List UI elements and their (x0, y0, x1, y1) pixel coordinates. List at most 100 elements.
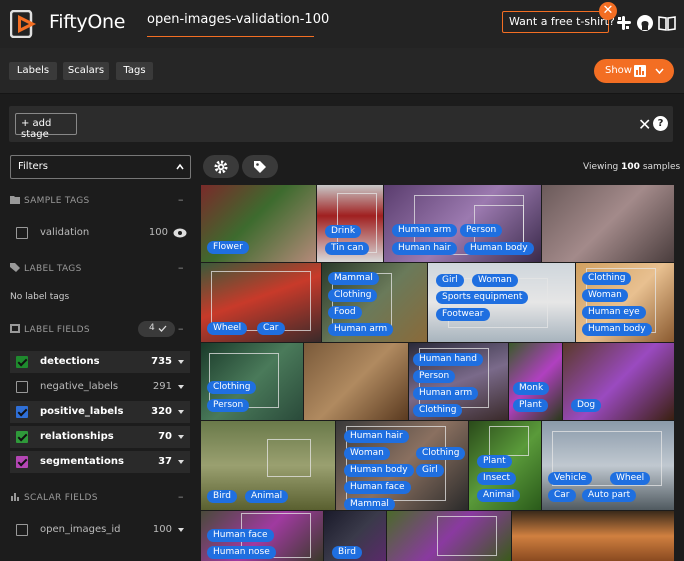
sample-tag-label: validation (40, 227, 90, 238)
view-stage-bar[interactable]: + add stage ✕ ? (9, 106, 673, 142)
sample-tile[interactable]: Vehicle Wheel Car Auto part (542, 421, 674, 510)
sample-tile[interactable]: Human hair Woman Clothing Human body Girl Hum… (336, 421, 468, 510)
label-chip: Food (328, 306, 362, 319)
field-row-segmentations[interactable]: segmentations 37 (10, 451, 190, 473)
field-row-positive-labels[interactable]: positive_labels 320 (10, 401, 190, 423)
docs-book-icon[interactable] (658, 14, 676, 32)
field-label: relationships (40, 431, 114, 442)
sample-tile[interactable] (387, 511, 511, 561)
viewing-suffix: samples (642, 162, 681, 172)
field-row-detections[interactable]: detections 735 (10, 351, 190, 373)
eye-icon[interactable] (173, 228, 187, 238)
sample-tag-row[interactable]: validation 100 (10, 222, 190, 244)
sample-tile[interactable]: Flower (201, 185, 316, 262)
sample-tile[interactable]: Bird (324, 511, 386, 561)
dataset-name[interactable]: open-images-validation-100 (147, 12, 329, 27)
expand-caret-icon[interactable] (178, 410, 184, 414)
fiftyone-logo-icon[interactable] (10, 10, 38, 38)
field-count: 70 (158, 431, 172, 442)
selected-fields-count: 4 (149, 323, 155, 333)
label-chip: Person (207, 399, 250, 412)
tag-button[interactable] (242, 155, 278, 178)
field-checkbox[interactable] (16, 356, 28, 368)
brand-name[interactable]: FiftyOne (49, 11, 125, 33)
bounding-box (437, 516, 497, 556)
label-chip: Dog (571, 399, 602, 412)
field-checkbox[interactable] (16, 406, 28, 418)
label-chip: Human hair (344, 430, 409, 443)
field-checkbox[interactable] (16, 456, 28, 468)
sample-tile[interactable]: Bird Animal (201, 421, 335, 510)
label-chip: Woman (472, 274, 518, 287)
field-row-relationships[interactable]: relationships 70 (10, 426, 190, 448)
label-chip: Drink (325, 225, 362, 238)
field-checkbox[interactable] (16, 524, 28, 536)
sample-tile[interactable]: Girl Woman Sports equipment Footwear (428, 263, 575, 342)
show-button[interactable]: Show (594, 59, 674, 83)
label-fields-title: LABEL FIELDS (24, 325, 90, 335)
collapse-label-tags-icon[interactable]: – (178, 261, 184, 274)
sample-tile[interactable]: Human arm Person Human hair Human body (384, 185, 541, 262)
field-checkbox[interactable] (16, 381, 28, 393)
tab-tags[interactable]: Tags (116, 62, 153, 80)
add-stage-button[interactable]: + add stage (15, 113, 77, 140)
sample-tile[interactable] (542, 185, 674, 262)
label-chip: Human body (344, 464, 414, 477)
expand-caret-icon[interactable] (178, 435, 184, 439)
viewing-prefix: Viewing (583, 162, 619, 172)
field-row-negative-labels[interactable]: negative_labels 291 (10, 376, 190, 398)
chevron-up-icon (176, 163, 184, 170)
settings-button[interactable] (203, 155, 239, 178)
slack-icon[interactable] (615, 14, 633, 32)
sample-tile[interactable]: Dog (563, 343, 674, 420)
tab-labels[interactable]: Labels (9, 62, 57, 80)
sample-tile[interactable]: Wheel Car (201, 263, 321, 342)
label-chip: Auto part (582, 489, 637, 502)
collapse-label-fields-icon[interactable]: – (178, 322, 184, 335)
tab-scalars[interactable]: Scalars (63, 62, 109, 80)
chart-icon (634, 65, 646, 77)
sample-tile[interactable]: Human hand Person Human arm Clothing (409, 343, 508, 420)
field-row-open-images-id[interactable]: open_images_id 100 (10, 519, 190, 541)
label-chip: Human arm (413, 387, 479, 400)
sample-tile[interactable] (512, 511, 674, 561)
clear-stages-icon[interactable]: ✕ (638, 115, 651, 134)
label-chip: Human body (582, 323, 652, 336)
expand-caret-icon[interactable] (178, 385, 184, 389)
sample-tag-checkbox[interactable] (16, 227, 28, 239)
field-label: open_images_id (40, 524, 121, 535)
label-chip: Human face (344, 481, 411, 494)
sample-tile[interactable]: Clothing Woman Human eye Human body (576, 263, 674, 342)
label-chip: Human arm (328, 323, 394, 336)
field-label: detections (40, 356, 100, 367)
sample-tile[interactable]: Plant Insect Animal (469, 421, 541, 510)
label-chip: Car (548, 489, 576, 502)
label-chip: Plant (513, 399, 548, 412)
filters-dropdown[interactable]: Filters (10, 155, 191, 179)
expand-caret-icon[interactable] (178, 360, 184, 364)
selected-fields-badge[interactable]: 4 (138, 321, 175, 337)
sample-tile[interactable]: Drink Tin can (317, 185, 383, 262)
label-chip: Car (257, 322, 285, 335)
sample-tile[interactable] (304, 343, 408, 420)
scalar-fields-header: SCALAR FIELDS (10, 492, 98, 503)
label-chip: Bird (332, 546, 362, 559)
help-icon[interactable]: ? (653, 116, 668, 131)
sample-tile[interactable]: Mammal Clothing Food Human arm (322, 263, 427, 342)
expand-caret-icon[interactable] (178, 528, 184, 532)
free-tshirt-button[interactable]: Want a free t-shirt? (502, 11, 615, 33)
sample-tile[interactable]: Monk Plant (509, 343, 562, 420)
no-label-tags-text: No label tags (10, 292, 70, 302)
label-chip: Monk (513, 382, 550, 395)
dataset-selector[interactable]: open-images-validation-100 (147, 7, 329, 37)
label-chip: Person (460, 224, 503, 237)
collapse-sample-tags-icon[interactable]: – (178, 193, 184, 206)
bar-chart-icon (11, 493, 19, 501)
sample-tile[interactable]: Clothing Person (201, 343, 303, 420)
field-count: 100 (152, 524, 172, 535)
collapse-scalar-fields-icon[interactable]: – (178, 490, 184, 503)
field-checkbox[interactable] (16, 431, 28, 443)
expand-caret-icon[interactable] (178, 460, 184, 464)
sample-tile[interactable]: Human face Human nose (201, 511, 323, 561)
github-icon[interactable] (636, 14, 654, 32)
